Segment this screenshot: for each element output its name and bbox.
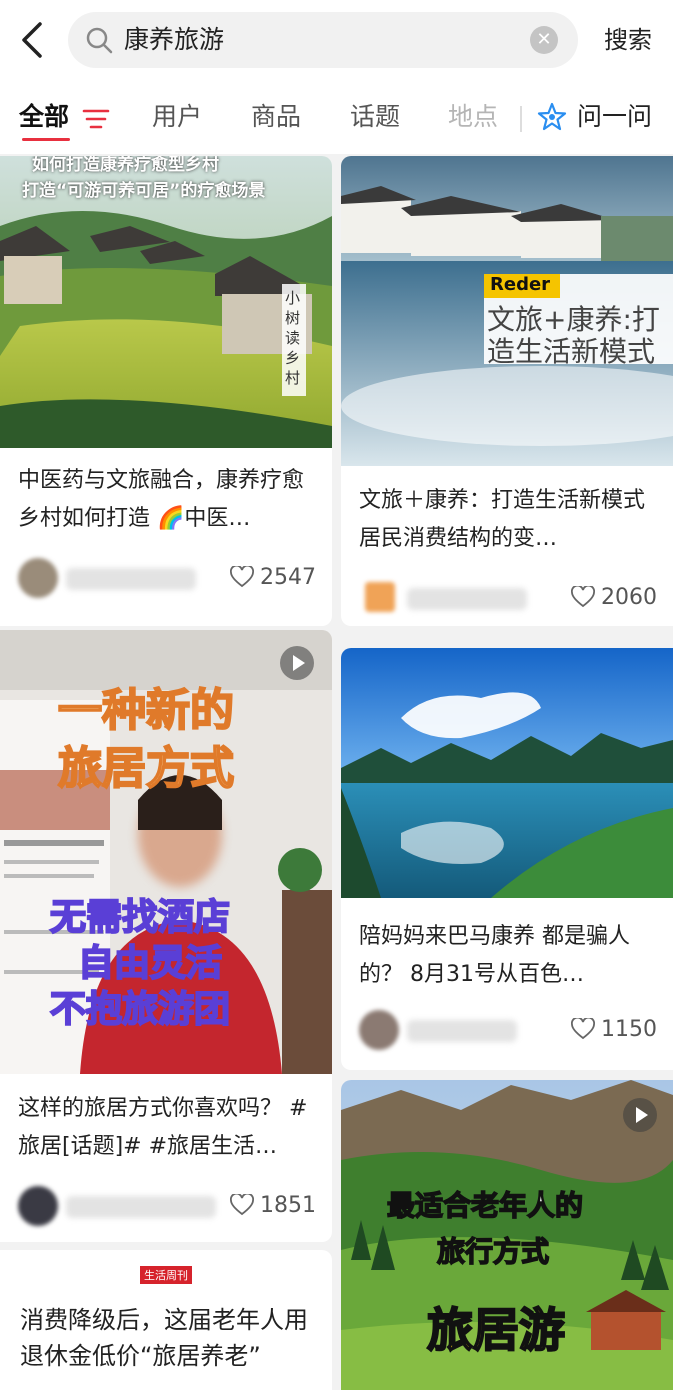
cover-caption-line2: 旅居方式 — [57, 742, 235, 795]
author-name-blurred[interactable] — [407, 1020, 517, 1042]
note-title: 文旅＋康养：打造生活新模式 居民消费结构的变… — [359, 488, 646, 551]
cover-caption-line3: 无需找酒店 — [49, 896, 231, 939]
author-name-blurred[interactable] — [407, 588, 527, 610]
search-button[interactable]: 搜索 — [604, 24, 652, 56]
top-bar: 康养旅游 ✕ 搜索 — [0, 0, 673, 82]
avatar[interactable] — [359, 1010, 399, 1050]
cover-caption-line1: 如何打造康养疗愈型乡村 — [32, 156, 219, 175]
search-input[interactable]: 康养旅游 ✕ — [68, 12, 578, 68]
tab-topics[interactable]: 话题 — [350, 100, 400, 134]
heart-icon — [230, 1192, 254, 1216]
avatar[interactable] — [18, 1186, 58, 1226]
note-cover-image — [341, 648, 673, 898]
avatar[interactable] — [18, 558, 58, 598]
tab-all[interactable]: 全部 — [19, 100, 69, 134]
note-cover-image: 如何打造康养疗愈型乡村 打造“可游可养可居”的疗愈场景 小树读乡村 — [0, 156, 332, 448]
note-meta: 1150 — [359, 1010, 657, 1050]
video-play-icon — [280, 646, 314, 680]
like-count[interactable]: 1851 — [230, 1190, 316, 1222]
cover-caption-line1: 最适合老年人的 — [386, 1188, 584, 1223]
note-cover-image: 一种新的 旅居方式 无需找酒店 自由灵活 不抱旅游团 — [0, 630, 332, 1074]
cover-caption-line2: 旅行方式 — [436, 1234, 550, 1269]
like-count-value: 1150 — [601, 1017, 657, 1042]
clear-search-icon[interactable]: ✕ — [530, 26, 558, 54]
like-count-value: 2060 — [601, 585, 657, 610]
note-card[interactable]: 如何打造康养疗愈型乡村 打造“可游可养可居”的疗愈场景 小树读乡村 中医药与文旅… — [0, 156, 332, 626]
cover-caption-line1: 一种新的 — [57, 684, 235, 737]
search-icon — [86, 27, 113, 54]
like-count-value: 1851 — [260, 1193, 316, 1218]
cover-caption-vertical: 小树读乡村 — [285, 289, 301, 387]
heart-icon — [571, 584, 595, 608]
note-card[interactable]: 生活周刊 消费降级后，这届老年人用退休金低价“旅居养老” — [0, 1250, 332, 1390]
cover-caption-line2: 打造“可游可养可居”的疗愈场景 — [22, 181, 266, 201]
cover-caption-line4: 自由灵活 — [77, 942, 223, 985]
filter-icon[interactable] — [82, 107, 110, 131]
back-arrow-icon[interactable] — [14, 18, 54, 62]
search-query-text: 康养旅游 — [124, 25, 225, 54]
like-count-value: 2547 — [260, 565, 316, 590]
author-name-blurred[interactable] — [66, 568, 196, 590]
cover-brand-tag: Reder — [490, 274, 551, 295]
cover-caption-line3: 旅居游 — [426, 1302, 566, 1358]
like-count[interactable]: 2547 — [230, 562, 316, 594]
note-title: 消费降级后，这届老年人用退休金低价“旅居养老” — [20, 1306, 308, 1370]
heart-icon — [571, 1016, 595, 1040]
tab-ask[interactable]: 问一问 — [577, 100, 652, 134]
note-card[interactable]: 一种新的 旅居方式 无需找酒店 自由灵活 不抱旅游团 这样的旅居方式你喜欢吗？ … — [0, 630, 332, 1242]
like-count[interactable]: 1150 — [571, 1014, 657, 1046]
note-meta: 2060 — [359, 578, 657, 618]
tab-products[interactable]: 商品 — [251, 100, 301, 134]
author-name-blurred[interactable] — [66, 1196, 216, 1218]
active-tab-indicator — [22, 138, 70, 141]
avatar[interactable] — [365, 582, 395, 612]
publication-logo: 生活周刊 — [140, 1266, 192, 1284]
like-count[interactable]: 2060 — [571, 582, 657, 614]
note-meta: 2547 — [18, 558, 316, 598]
note-title: 这样的旅居方式你喜欢吗？ #旅居[话题]# #旅居生活… — [18, 1096, 308, 1159]
cover-caption-line5: 不抱旅游团 — [49, 988, 231, 1031]
video-play-icon — [623, 1098, 657, 1132]
note-title: 陪妈妈来巴马康养 都是骗人的？ 8月31号从百色… — [359, 924, 630, 987]
tab-places[interactable]: 地点 — [448, 100, 498, 134]
note-card[interactable]: Reder 文旅+康养:打 造生活新模式 文旅＋康养：打造生活新模式 居民消费结… — [341, 156, 673, 626]
note-title: 中医药与文旅融合，康养疗愈乡村如何打造 🌈中医… — [18, 468, 305, 531]
ask-star-icon[interactable] — [537, 102, 567, 132]
note-card[interactable]: 陪妈妈来巴马康养 都是骗人的？ 8月31号从百色… 1150 — [341, 648, 673, 1070]
tab-divider — [520, 106, 522, 132]
note-cover-image: 最适合老年人的 旅行方式 旅居游 — [341, 1080, 673, 1390]
tab-users[interactable]: 用户 — [152, 100, 202, 134]
note-card[interactable]: 最适合老年人的 旅行方式 旅居游 — [341, 1080, 673, 1390]
note-meta: 1851 — [18, 1186, 316, 1226]
note-cover-image: Reder 文旅+康养:打 造生活新模式 — [341, 156, 673, 466]
cover-caption-line2: 造生活新模式 — [487, 335, 656, 368]
heart-icon — [230, 564, 254, 588]
